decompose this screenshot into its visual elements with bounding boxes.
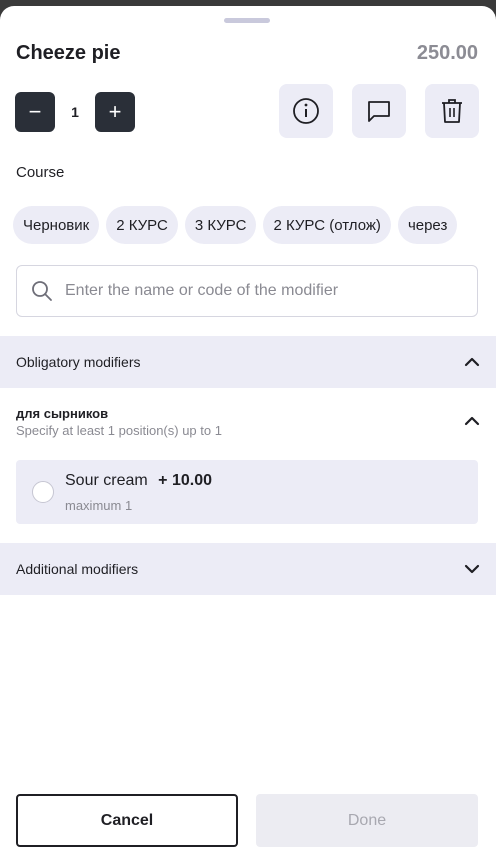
done-button[interactable]: Done [256, 794, 478, 847]
chevron-down-icon [464, 564, 480, 574]
comment-icon [368, 101, 390, 122]
item-title: Cheeze pie [16, 42, 121, 64]
modifier-group-header[interactable]: для сырников Specify at least 1 position… [16, 406, 480, 438]
obligatory-modifiers-header[interactable]: Obligatory modifiers [0, 336, 496, 388]
course-chip[interactable]: 3 КУРС [184, 206, 257, 244]
delete-button[interactable] [425, 84, 479, 138]
additional-modifiers-label: Additional modifiers [16, 561, 139, 577]
course-chip[interactable]: 2 КУРС [106, 206, 178, 244]
decrease-quantity-button[interactable]: − [15, 92, 55, 132]
info-button[interactable] [279, 84, 333, 138]
drag-handle[interactable] [224, 18, 270, 23]
comment-button[interactable] [352, 84, 406, 138]
info-icon [293, 98, 319, 124]
course-chip[interactable]: 2 КУРС (отлож) [263, 206, 391, 244]
course-chip[interactable]: через [397, 206, 458, 244]
search-icon [32, 281, 52, 301]
modifier-name: Sour cream + 10.00 [65, 472, 212, 490]
course-chip[interactable]: Черновик [13, 206, 100, 244]
modifier-search-input[interactable] [65, 282, 445, 300]
chevron-up-icon [464, 357, 480, 367]
course-label: Course [16, 164, 65, 181]
modifier-option[interactable]: Sour cream + 10.00 maximum 1 [16, 460, 478, 524]
quantity-value: 1 [71, 104, 79, 120]
item-price: 250.00 [416, 42, 478, 64]
cancel-button[interactable]: Cancel [16, 794, 238, 847]
modifier-radio[interactable] [32, 481, 54, 503]
increase-quantity-button[interactable]: + [95, 92, 135, 132]
additional-modifiers-header[interactable]: Additional modifiers [0, 543, 496, 595]
chevron-up-icon [464, 416, 480, 426]
modifier-name-text: Sour cream [65, 472, 148, 489]
obligatory-modifiers-label: Obligatory modifiers [16, 354, 141, 370]
trash-icon [442, 99, 462, 123]
modifier-search [16, 265, 478, 317]
modifier-group-constraint: Specify at least 1 position(s) up to 1 [16, 423, 222, 438]
modifier-sheet: Cheeze pie 250.00 − 1 + Course Черновик … [0, 6, 496, 864]
course-chips: Черновик 2 КУРС 3 КУРС 2 КУРС (отлож) че… [13, 206, 458, 244]
modifier-price: + 10.00 [158, 472, 212, 489]
modifier-group-title: для сырников [16, 406, 109, 421]
modifier-limit: maximum 1 [65, 498, 133, 513]
